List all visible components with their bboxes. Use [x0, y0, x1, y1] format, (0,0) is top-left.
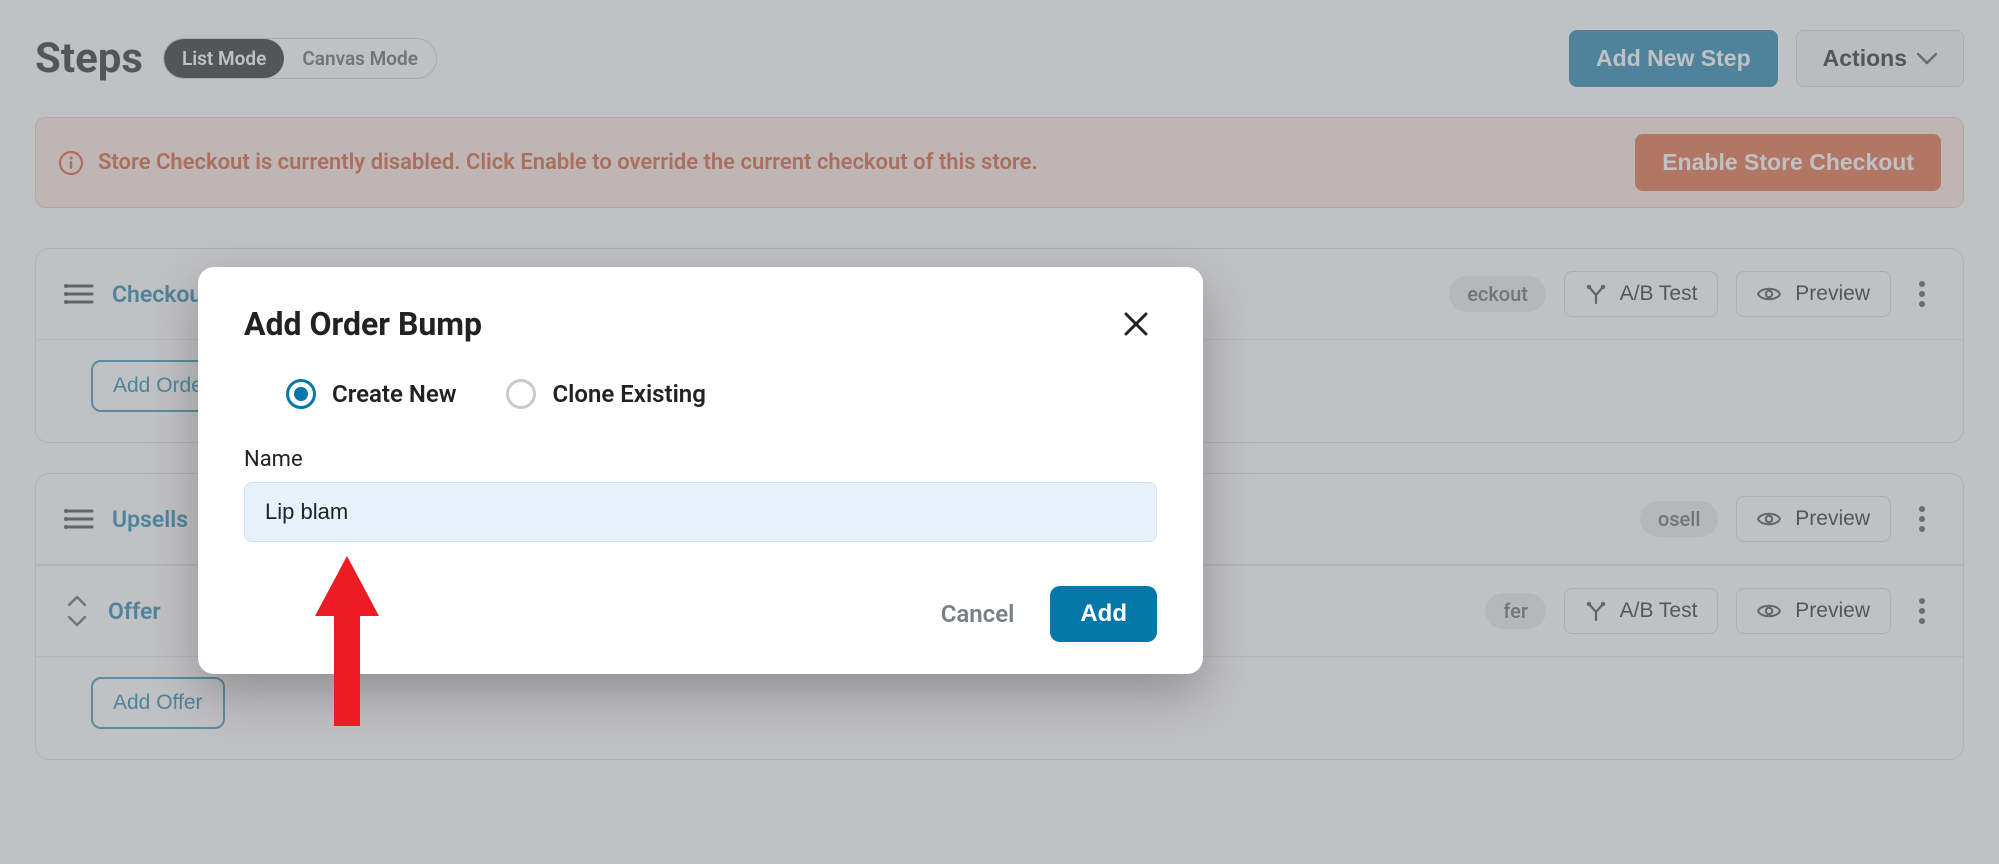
cancel-button[interactable]: Cancel: [941, 600, 1015, 628]
radio-icon: [506, 379, 536, 409]
name-field-label: Name: [244, 447, 1157, 472]
modal-title: Add Order Bump: [244, 305, 482, 343]
modal-header: Add Order Bump: [244, 303, 1157, 345]
radio-icon: [286, 379, 316, 409]
radio-create-new[interactable]: Create New: [286, 379, 456, 409]
name-input[interactable]: [244, 482, 1157, 542]
radio-group: Create New Clone Existing: [244, 379, 1157, 409]
radio-label-create: Create New: [332, 380, 456, 408]
add-button[interactable]: Add: [1050, 586, 1157, 642]
add-order-bump-modal: Add Order Bump Create New Clone Existing…: [198, 267, 1203, 674]
modal-footer: Cancel Add: [244, 586, 1157, 642]
radio-clone-existing[interactable]: Clone Existing: [506, 379, 705, 409]
radio-label-clone: Clone Existing: [552, 380, 705, 408]
modal-overlay[interactable]: Add Order Bump Create New Clone Existing…: [0, 0, 1999, 864]
close-icon[interactable]: [1115, 303, 1157, 345]
